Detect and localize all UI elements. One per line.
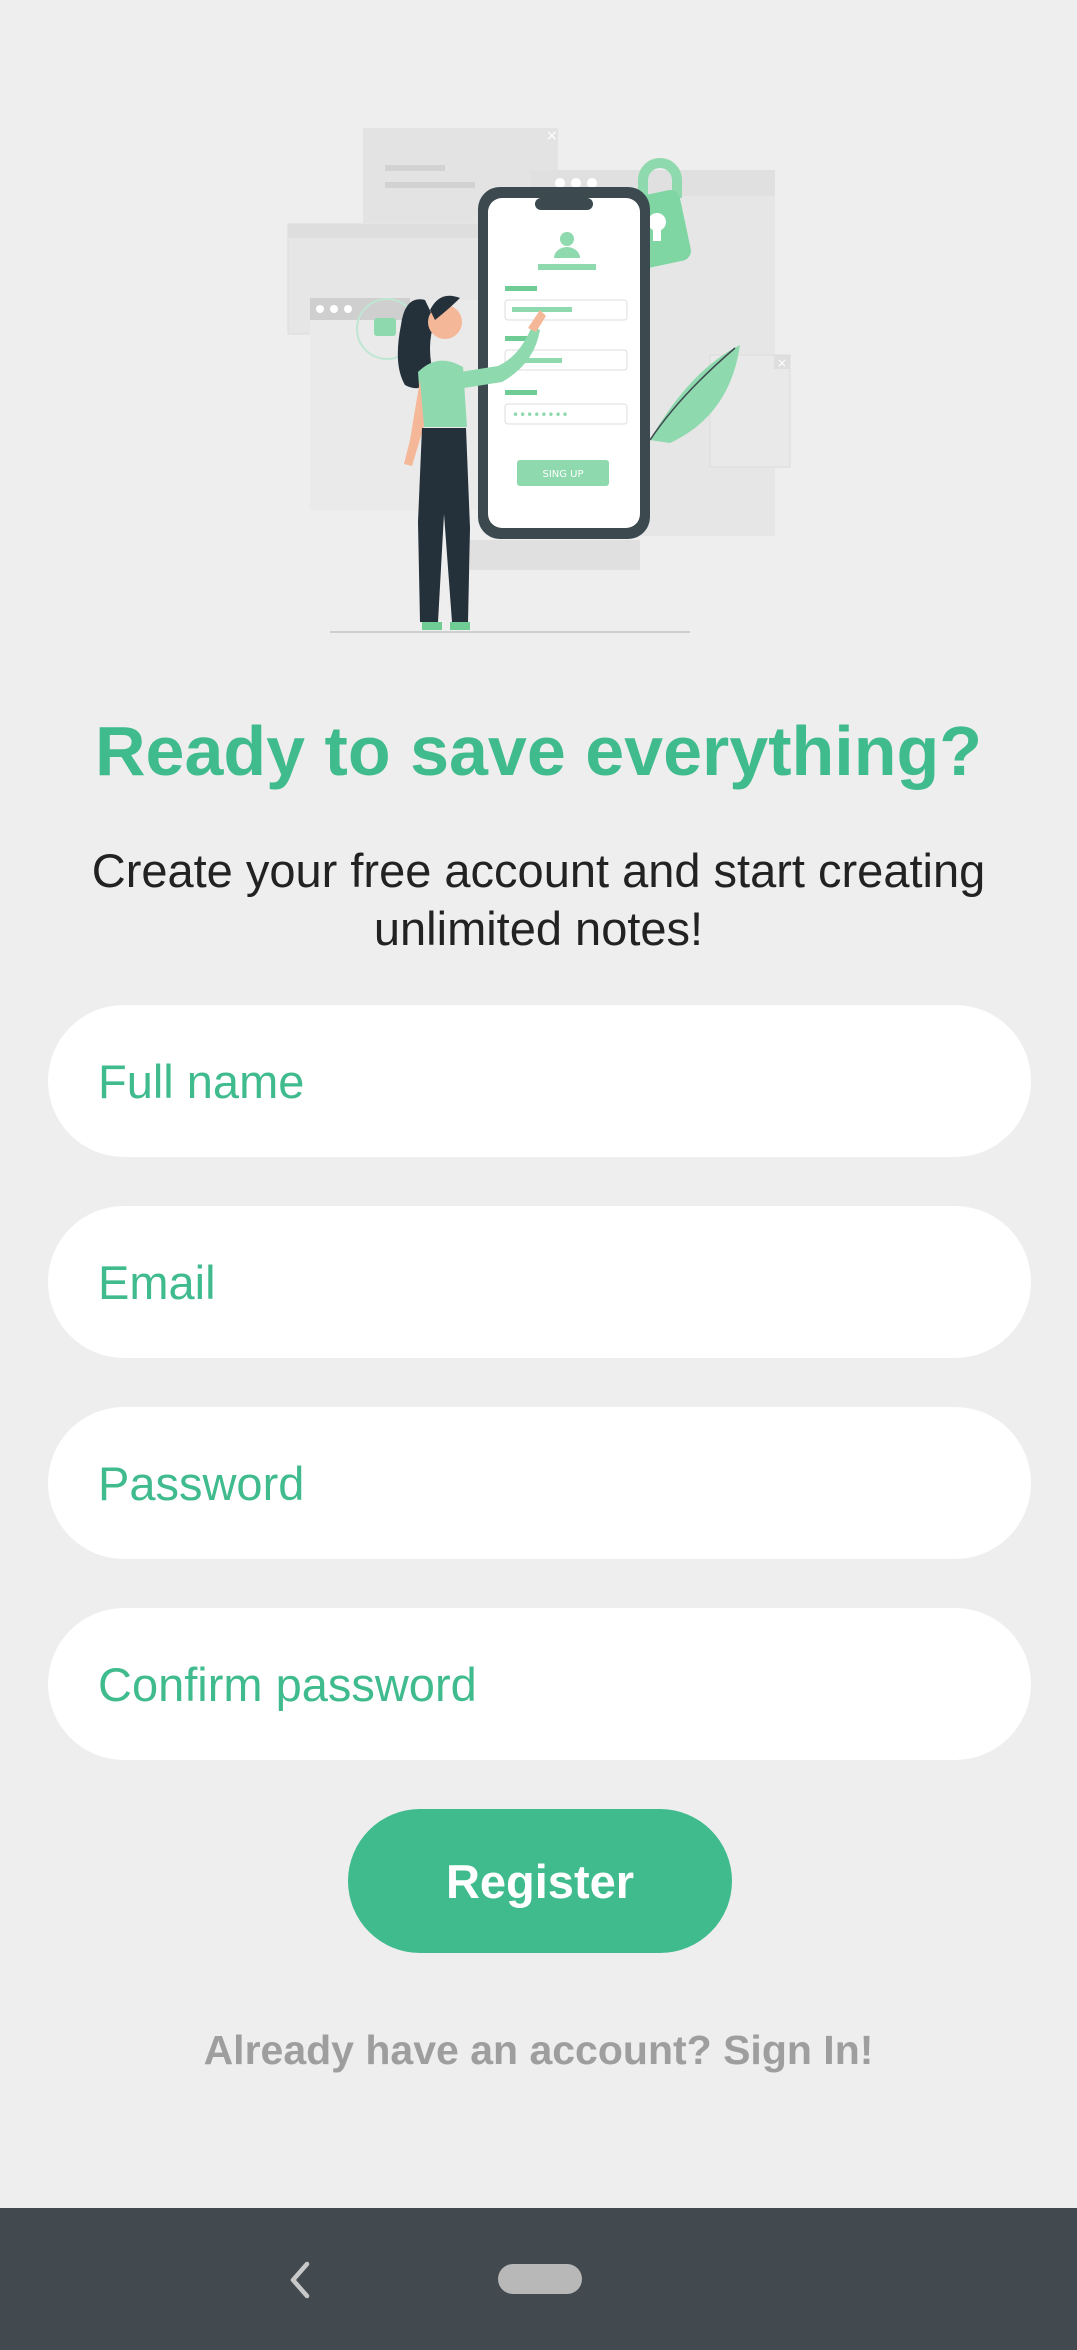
signup-illustration: × × •••••••• SING UP [287,128,791,633]
chevron-left-icon[interactable] [275,2250,325,2310]
password-input[interactable] [96,1454,1031,1512]
password-field-container[interactable] [48,1407,1031,1559]
phone-password-dots: •••••••• [512,408,569,422]
system-navigation-bar [0,2208,1077,2350]
svg-text:×: × [777,356,787,370]
email-input[interactable] [96,1253,1031,1311]
email-field-container[interactable] [48,1206,1031,1358]
full-name-input[interactable] [96,1052,1031,1110]
confirm-password-input[interactable] [96,1655,1031,1713]
full-name-field-container[interactable] [48,1005,1031,1157]
page-subtitle: Create your free account and start creat… [91,844,986,955]
confirm-password-field-container[interactable] [48,1608,1031,1760]
svg-text:×: × [546,128,558,144]
sign-in-link[interactable]: Already have an account? Sign In! [0,2020,1077,2080]
register-button[interactable]: Register [348,1809,732,1953]
phone-signup-label: SING UP [542,469,583,480]
home-pill-icon[interactable] [498,2264,582,2294]
page-title: Ready to save everything? [95,712,982,790]
